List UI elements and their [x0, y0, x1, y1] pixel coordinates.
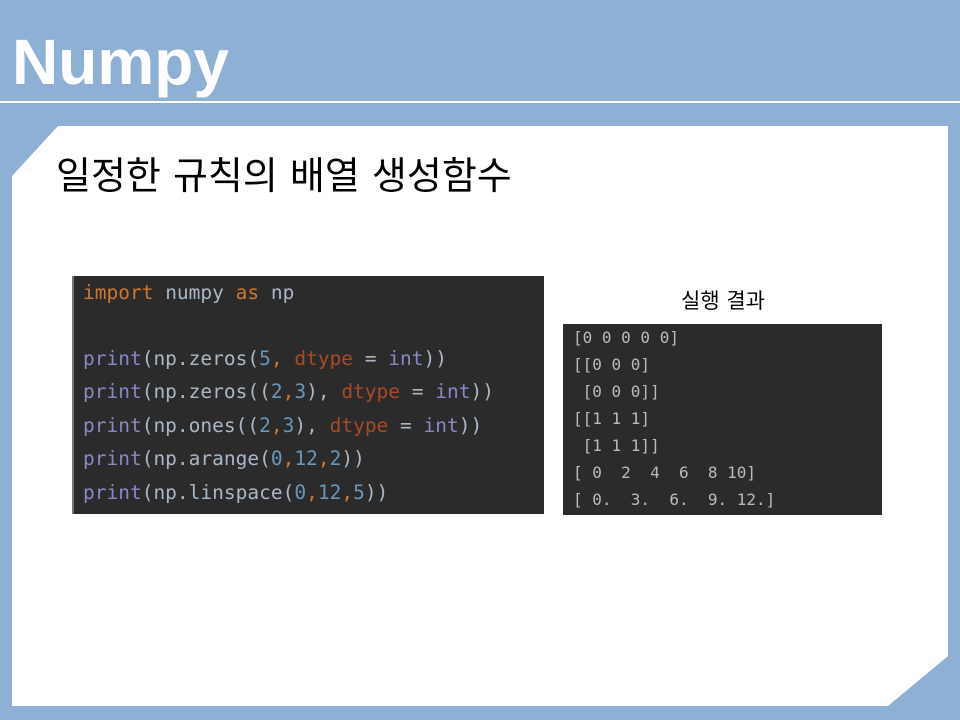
code-token: print — [83, 447, 142, 470]
code-line: print(np.zeros((2,3), dtype = int)) — [83, 375, 494, 409]
code-token: , — [341, 481, 354, 504]
code-token: 12 — [317, 481, 342, 504]
output-line: [ 0. 3. 6. 9. 12.] — [573, 490, 776, 509]
code-token: print — [83, 347, 142, 370]
code-token: , — [306, 481, 318, 504]
code-token: = — [353, 347, 389, 370]
code-token: 5 — [353, 481, 365, 504]
code-token: int — [435, 380, 471, 403]
output-line: [ 0 2 4 6 8 10] — [573, 463, 757, 482]
title-divider — [0, 101, 960, 103]
code-token: , — [270, 347, 295, 370]
content-panel: 일정한 규칙의 배열 생성함수 import numpy as np print… — [12, 126, 948, 706]
code-token: 5 — [259, 347, 271, 370]
code-token: print — [83, 414, 142, 437]
code-token: = — [388, 414, 424, 437]
code-line: import numpy as np — [83, 276, 294, 310]
code-token: = — [400, 380, 436, 403]
result-label: 실행 결과 — [681, 289, 765, 313]
code-token: (np.zeros(( — [141, 380, 271, 403]
output-line: [[0 0 0] — [573, 355, 651, 374]
code-line: print(np.arange(0,12,2)) — [83, 442, 365, 476]
code-token: 3 — [294, 380, 307, 403]
code-token: , — [270, 414, 283, 437]
code-token: )) — [470, 380, 494, 403]
code-token: 0 — [270, 447, 283, 470]
code-token: print — [83, 380, 142, 403]
code-token: int — [388, 347, 424, 370]
code-token: (np.ones(( — [141, 414, 260, 437]
code-token: 0 — [294, 481, 307, 504]
code-token: )) — [341, 447, 365, 470]
code-token: )) — [364, 481, 389, 504]
code-token: , — [317, 447, 330, 470]
code-token: )) — [423, 347, 447, 370]
slide-title: Numpy — [12, 26, 229, 98]
output-line: [1 1 1]] — [573, 436, 660, 455]
output-line: [[1 1 1] — [573, 409, 651, 428]
code-token: np — [259, 281, 295, 304]
code-line: print(np.ones((2,3), dtype = int)) — [83, 409, 482, 443]
code-token: 3 — [282, 414, 295, 437]
output-line: [0 0 0 0 0] — [573, 328, 679, 347]
code-token: (np.zeros( — [141, 347, 260, 370]
code-line: print(np.linspace(0,12,5)) — [83, 476, 388, 510]
output-block: [0 0 0 0 0] [[0 0 0] [0 0 0]] [[1 1 1] [… — [563, 324, 882, 515]
code-token: as — [235, 281, 260, 304]
code-token: dtype — [341, 380, 401, 403]
code-block: import numpy as np print(np.zeros(5, dty… — [72, 276, 544, 514]
code-token: 2 — [270, 380, 283, 403]
code-token: dtype — [329, 414, 389, 437]
code-line: print(np.zeros(5, dtype = int)) — [83, 342, 447, 376]
code-token: , — [282, 447, 295, 470]
code-token: )) — [458, 414, 483, 437]
code-token: (np.linspace( — [141, 481, 295, 504]
code-token: import — [83, 281, 154, 304]
slide-subtitle: 일정한 규칙의 배열 생성함수 — [56, 154, 512, 198]
code-token: 12 — [294, 447, 318, 470]
code-token: ), — [294, 414, 330, 437]
code-block-edge — [72, 276, 74, 514]
code-token: int — [423, 414, 459, 437]
code-token: 2 — [329, 447, 342, 470]
code-token: 2 — [259, 414, 271, 437]
code-token: dtype — [294, 347, 354, 370]
code-token: ), — [306, 380, 342, 403]
code-token: print — [83, 481, 142, 504]
code-token: , — [282, 380, 295, 403]
output-line: [0 0 0]] — [573, 382, 660, 401]
code-token: numpy — [153, 281, 236, 304]
code-token: (np.arange( — [141, 447, 271, 470]
